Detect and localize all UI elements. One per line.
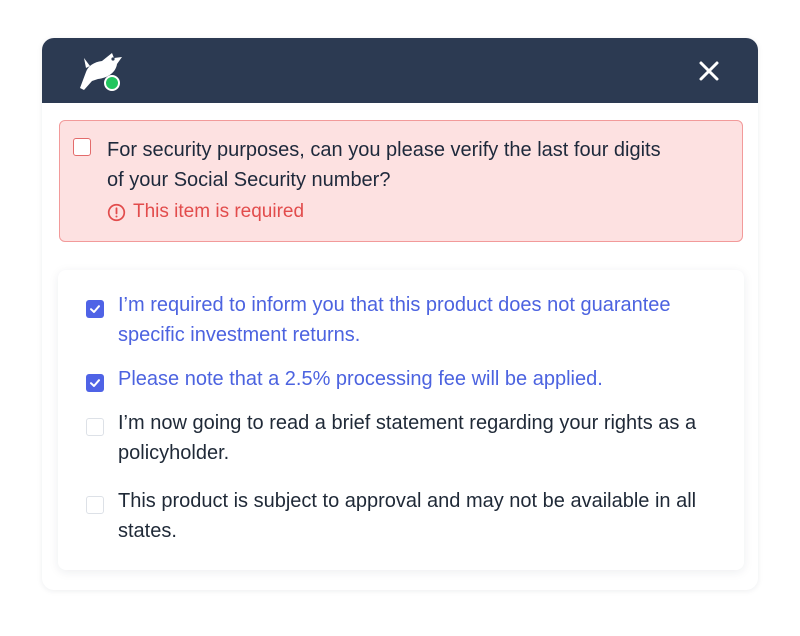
checklist-dialog: For security purposes, can you please ve… [42,38,758,590]
check-icon [90,379,100,387]
security-question-checkbox[interactable] [73,138,91,156]
status-dot-icon [104,75,120,91]
required-error-text: This item is required [133,201,305,222]
checklist-checkbox[interactable] [86,374,104,392]
close-icon[interactable] [694,56,724,86]
alert-circle-icon [107,203,126,221]
checklist: I’m required to inform you that this pro… [58,270,744,570]
checklist-item-label: Please note that a 2.5% processing fee w… [118,368,603,390]
check-icon [90,305,100,313]
checklist-checkbox[interactable] [86,496,104,514]
bird-logo-icon [80,53,122,91]
required-error-message: This item is required [107,201,304,223]
checklist-checkbox[interactable] [86,418,104,436]
checklist-item-label: I’m now going to read a brief statement … [118,412,697,464]
dialog-header [42,38,758,103]
checklist-checkbox[interactable] [86,300,104,318]
required-item-alert: For security purposes, can you please ve… [59,120,743,242]
security-question-text: For security purposes, can you please ve… [107,139,661,191]
checklist-item-label: I’m required to inform you that this pro… [118,294,671,346]
checklist-item-label: This product is subject to approval and … [118,490,697,542]
